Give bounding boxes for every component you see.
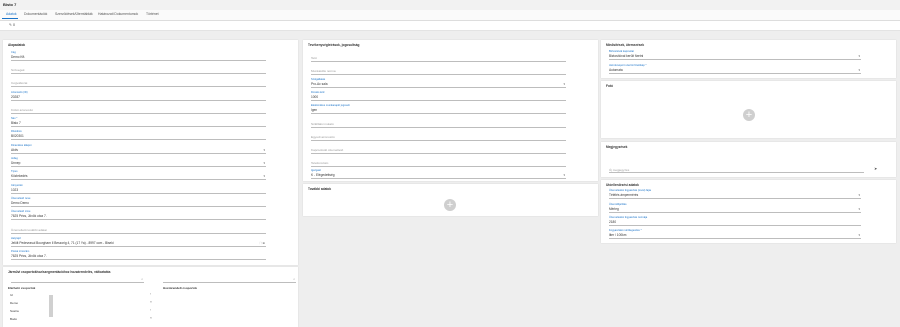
fogyasztas-fajta-select[interactable]: Üzemeltetési fogyasztás (rovat) fajta Tét…: [609, 189, 861, 199]
tab-bar: Adatok Dokumentációk Szerződések/Ütemtáb…: [0, 10, 900, 21]
chevron-down-icon: ▾: [858, 193, 860, 197]
move-right-icon[interactable]: ›: [150, 292, 151, 296]
mertekegyseg-select[interactable]: Fogyasztási mérőlegesítés * liter / 100km…: [609, 229, 861, 239]
helyrajzi-field[interactable]: Helyrajzi Jelölt Pedevrasul Bourgham Il B…: [11, 237, 266, 247]
munkanaplo-field[interactable]: Elektronikus munkanapló jogosult Igen: [311, 104, 566, 114]
kulso-azonosito-field[interactable]: Külső azonosító: [11, 104, 266, 114]
teto-field[interactable]: Tető: [311, 52, 566, 62]
megjegyzesek-title: Megjegyzések: [606, 145, 628, 149]
csoportok-title: Járművi csoportokhoz/szegmentációhoz hoz…: [8, 270, 111, 274]
page-title: Bisto 7: [3, 2, 17, 7]
azonosito-field[interactable]: Azonosító (ID) 20287: [11, 91, 266, 101]
chevron-down-icon: ▾: [858, 207, 860, 211]
tipus-select[interactable]: Típus Közlekedés ▾: [11, 170, 266, 180]
telefonszam-field[interactable]: Telefonszám: [311, 157, 566, 167]
tab-hatarozati[interactable]: Határozati Dokumentumok: [98, 12, 138, 16]
igazgato-select[interactable]: Igazgató K - Elégedettség ▾: [311, 169, 566, 179]
foto-title: Fotó: [606, 84, 613, 88]
list-item[interactable]: Id: [10, 293, 13, 297]
utoellenorzes-card: Utóellenőrzési adatok Üzemeltetési fogya…: [601, 180, 896, 243]
fizetes-kod-field[interactable]: Fizetés kód 1000: [311, 91, 566, 101]
munkaidos-norma-field[interactable]: Munkaidős norma: [311, 65, 566, 75]
utoellenorzes-title: Utóellenőrzési adatok: [606, 183, 639, 187]
search-icon: ⌕: [141, 277, 143, 281]
iranyszam-field[interactable]: Irányszám 1023: [11, 184, 266, 194]
chevron-down-icon: ▾: [858, 54, 860, 58]
list-item[interactable]: Bodo: [10, 317, 17, 321]
uzemelteto-neve-field[interactable]: Üzemeltető neve Demo Demo: [11, 197, 266, 207]
add-foto-button[interactable]: +: [743, 109, 755, 121]
rovidnev-field[interactable]: Rövidnév B020301: [11, 130, 266, 140]
edit-button[interactable]: ✎ 0: [9, 23, 15, 27]
alapadatok-title: Alapadatok: [8, 43, 26, 47]
add-tovabbi-adat-button[interactable]: +: [444, 199, 456, 211]
uzemelteto-cime-field[interactable]: Üzemeltető címe 7625 Pécs, Jövök utca 7.: [11, 210, 266, 220]
chevron-down-icon: ▾: [263, 148, 265, 152]
tab-tortenet[interactable]: Történet: [146, 12, 159, 16]
move-all-left-icon[interactable]: «: [150, 316, 152, 320]
tovabbi-adatok-title: További adatok: [308, 187, 332, 191]
megjegyzesek-card: Megjegyzések Új megjegyzés ➤: [601, 142, 896, 177]
fogyasztas-norma-field[interactable]: Üzemeltetési fogyasztás normája 2180: [609, 216, 861, 226]
tab-dokumentaciok[interactable]: Dokumentációk: [24, 12, 47, 16]
action-bar: ✎ 0: [0, 21, 900, 31]
csoport-search-input[interactable]: ⌕: [11, 276, 144, 283]
kapcsolodo-uzemelteto-field[interactable]: Kapcsolódó üzemeltető: [311, 144, 566, 154]
alapadatok-card: Alapadatok Cég Demo Kft. Szövegek Cégvált…: [3, 40, 298, 265]
chevron-down-icon: ▾: [563, 82, 565, 86]
jelleg-select[interactable]: Jelleg Ünnep ▾: [11, 157, 266, 167]
chevron-down-icon: ▾: [263, 174, 265, 178]
tevekenyseg-card: Tevékenységleírások, jogosultság Tető Mu…: [303, 40, 598, 181]
tab-szerzodesek[interactable]: Szerződések/Ütemtáblák: [55, 12, 93, 16]
search-icon: ⌕: [293, 277, 295, 281]
hozzarendelt-csoportok-label: Hozzárendelt csoportok: [163, 286, 198, 290]
nev-field[interactable]: Név * Bisto 7: [11, 117, 266, 127]
ceg-field[interactable]: Cég Demo Kft.: [11, 51, 266, 61]
tab-adatok[interactable]: Adatok: [6, 12, 17, 16]
move-left-icon[interactable]: ‹: [150, 308, 151, 312]
allapot-select[interactable]: Dinamikus állapot Aktív ▾: [11, 144, 266, 154]
list-item[interactable]: Sostra: [10, 309, 19, 313]
chevron-down-icon: ▾: [858, 68, 860, 72]
egyedi-azonosito-field[interactable]: Egyedi azonosító: [311, 131, 566, 141]
tevekenyseg-title: Tevékenységleírások, jogosultság: [308, 43, 360, 47]
send-icon[interactable]: ➤: [874, 166, 877, 171]
cegvaltozat-field[interactable]: Cégváltozat: [11, 77, 266, 87]
chevron-down-icon: ▾: [563, 173, 565, 177]
chevron-down-icon: ▾: [858, 233, 860, 237]
szovegek-field[interactable]: Szövegek: [11, 64, 266, 74]
minositesek-card: Minősítések, ütemezések Biztosítóval kap…: [601, 40, 896, 78]
move-all-icon[interactable]: »: [150, 300, 152, 304]
postai-cim-field[interactable]: Postai címszám 7625 Pécs, Jövök utca 7.: [11, 250, 266, 260]
uj-megjegyzes-input[interactable]: Új megjegyzés: [609, 164, 864, 173]
list-scrollbar[interactable]: [49, 295, 53, 317]
tovabbi-adatok-card: További adatok +: [303, 184, 598, 216]
list-item[interactable]: Demo: [10, 301, 18, 305]
fizetokep-select[interactable]: Járműcsoport szerinti fizetőkép * Automat…: [609, 64, 861, 74]
uzemelteto-adatai-field[interactable]: Üzemeltető további adatai: [11, 224, 266, 234]
field-actions-icon[interactable]: 🗎 ⊕: [259, 241, 265, 246]
minositesek-title: Minősítések, ütemezések: [606, 43, 645, 47]
szallitasi-mutato-field[interactable]: Szállítási mutató: [311, 118, 566, 128]
active-tab-indicator: [2, 18, 18, 19]
uzemidojeloles-select[interactable]: Üzemidőjelölés Mérleg ▾: [609, 203, 861, 213]
foto-card: Fotó +: [601, 81, 896, 138]
csoport-filter-input[interactable]: ⌕: [163, 276, 296, 283]
szolgaltatas-select[interactable]: Szolgáltatás Pro-Ac sala ▾: [311, 78, 566, 88]
chevron-down-icon: ▾: [263, 161, 265, 165]
elerheto-csoportok-label: Elérhető csoportok: [8, 286, 36, 290]
biztosito-select[interactable]: Biztosítóval kapcsolat Biztosítóval kerül…: [609, 50, 861, 60]
